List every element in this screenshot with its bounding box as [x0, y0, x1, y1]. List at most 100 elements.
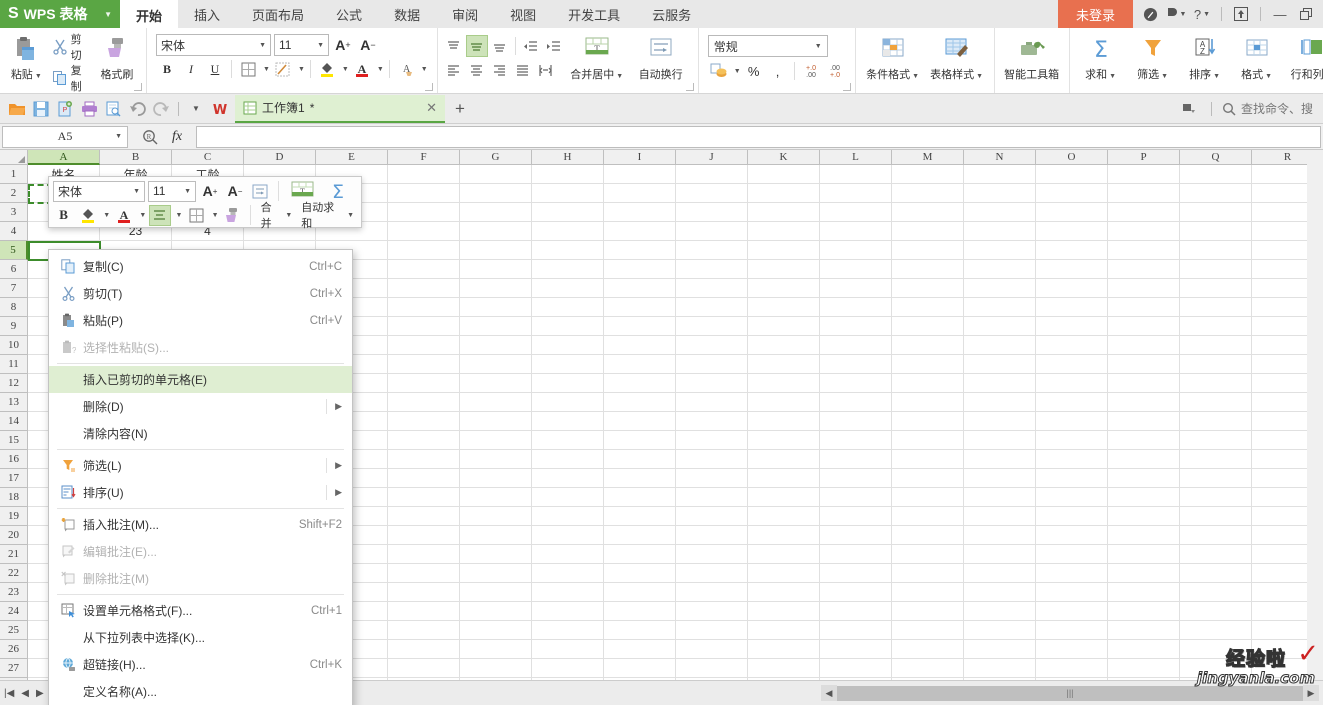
cell-K12[interactable]: [748, 374, 820, 393]
align-center-button[interactable]: [466, 59, 488, 81]
cell-O10[interactable]: [1036, 336, 1108, 355]
align-right-button[interactable]: [489, 59, 511, 81]
row-header-8[interactable]: 8: [0, 298, 28, 317]
cell-M21[interactable]: [892, 545, 964, 564]
cell-M2[interactable]: [892, 184, 964, 203]
tab-page-layout[interactable]: 页面布局: [236, 0, 320, 28]
cell-G24[interactable]: [460, 602, 532, 621]
cell-M23[interactable]: [892, 583, 964, 602]
cell-J25[interactable]: [676, 621, 748, 640]
chevron-down-icon[interactable]: ▼: [104, 10, 112, 19]
cell-G18[interactable]: [460, 488, 532, 507]
decrease-decimal-button[interactable]: .00 +.0: [824, 60, 846, 82]
increase-decimal-button[interactable]: +.0.00: [800, 60, 822, 82]
cell-O16[interactable]: [1036, 450, 1108, 469]
clear-format-button[interactable]: A: [395, 58, 417, 80]
cell-F24[interactable]: [388, 602, 460, 621]
cell-K14[interactable]: [748, 412, 820, 431]
cell-J9[interactable]: [676, 317, 748, 336]
wps-logo[interactable]: S WPS 表格 ▼: [0, 0, 120, 28]
cell-G8[interactable]: [460, 298, 532, 317]
cell-J5[interactable]: [676, 241, 748, 260]
cell-N25[interactable]: [964, 621, 1036, 640]
cell-F9[interactable]: [388, 317, 460, 336]
decrease-font-size-button[interactable]: A −: [357, 34, 379, 56]
row-header-22[interactable]: 22: [0, 564, 28, 583]
mini-align-center-button[interactable]: [149, 204, 171, 226]
cell-M7[interactable]: [892, 279, 964, 298]
cell-I16[interactable]: [604, 450, 676, 469]
cell-H11[interactable]: [532, 355, 604, 374]
align-middle-button[interactable]: [465, 35, 488, 57]
currency-format-button[interactable]: [708, 60, 730, 82]
cell-F12[interactable]: [388, 374, 460, 393]
cell-L25[interactable]: [820, 621, 892, 640]
cell-L20[interactable]: [820, 526, 892, 545]
cell-J22[interactable]: [676, 564, 748, 583]
close-icon[interactable]: ✕: [412, 100, 437, 116]
chevron-down-icon[interactable]: ▼: [421, 66, 428, 73]
cell-G2[interactable]: [460, 184, 532, 203]
cell-H16[interactable]: [532, 450, 604, 469]
cell-J21[interactable]: [676, 545, 748, 564]
cell-P11[interactable]: [1108, 355, 1180, 374]
context-menu-item[interactable]: 清除内容(N): [49, 420, 352, 447]
cell-I24[interactable]: [604, 602, 676, 621]
cell-I11[interactable]: [604, 355, 676, 374]
cell-O5[interactable]: [1036, 241, 1108, 260]
cell-O21[interactable]: [1036, 545, 1108, 564]
open-icon[interactable]: [6, 98, 28, 120]
cell-G20[interactable]: [460, 526, 532, 545]
cell-L24[interactable]: [820, 602, 892, 621]
cell-F21[interactable]: [388, 545, 460, 564]
decrease-indent-button[interactable]: [520, 35, 542, 57]
cell-I23[interactable]: [604, 583, 676, 602]
merge-center-button[interactable]: T 合并居中 ▼: [565, 31, 629, 93]
cell-Q22[interactable]: [1180, 564, 1252, 583]
cell-Q14[interactable]: [1180, 412, 1252, 431]
column-header-M[interactable]: M: [892, 150, 964, 165]
tab-start[interactable]: 开始: [120, 0, 179, 28]
scroll-right-icon[interactable]: ▶: [1303, 685, 1319, 701]
column-header-E[interactable]: E: [316, 150, 388, 165]
cell-G16[interactable]: [460, 450, 532, 469]
cell-K24[interactable]: [748, 602, 820, 621]
mini-font-family-select[interactable]: 宋体 ▼: [53, 180, 145, 202]
cell-N1[interactable]: [964, 165, 1036, 184]
context-menu-item[interactable]: 插入批注(M)... Shift+F2: [49, 511, 352, 538]
nav-next-sheet-icon[interactable]: ▶: [36, 688, 44, 699]
cell-L16[interactable]: [820, 450, 892, 469]
context-menu-item[interactable]: 超链接(H)... Ctrl+K: [49, 651, 352, 678]
cell-H12[interactable]: [532, 374, 604, 393]
cell-I13[interactable]: [604, 393, 676, 412]
cell-M4[interactable]: [892, 222, 964, 241]
row-header-19[interactable]: 19: [0, 507, 28, 526]
chevron-down-icon[interactable]: ▼: [103, 212, 110, 219]
cell-H9[interactable]: [532, 317, 604, 336]
cell-P26[interactable]: [1108, 640, 1180, 659]
cell-M25[interactable]: [892, 621, 964, 640]
cell-J20[interactable]: [676, 526, 748, 545]
context-menu-item[interactable]: 从下拉列表中选择(K)...: [49, 624, 352, 651]
cell-N26[interactable]: [964, 640, 1036, 659]
cell-K6[interactable]: [748, 260, 820, 279]
cell-O7[interactable]: [1036, 279, 1108, 298]
context-menu-item[interactable]: 插入已剪切的单元格(E): [49, 366, 352, 393]
cell-K4[interactable]: [748, 222, 820, 241]
cell-P20[interactable]: [1108, 526, 1180, 545]
row-header-3[interactable]: 3: [0, 203, 28, 222]
cell-O14[interactable]: [1036, 412, 1108, 431]
cell-K5[interactable]: [748, 241, 820, 260]
cell-F17[interactable]: [388, 469, 460, 488]
row-header-15[interactable]: 15: [0, 431, 28, 450]
cell-J14[interactable]: [676, 412, 748, 431]
column-header-P[interactable]: P: [1108, 150, 1180, 165]
chevron-down-icon[interactable]: ▼: [115, 133, 122, 140]
cell-O23[interactable]: [1036, 583, 1108, 602]
chevron-down-icon[interactable]: ▼: [212, 212, 219, 219]
chevron-down-icon[interactable]: ▼: [139, 212, 146, 219]
column-header-J[interactable]: J: [676, 150, 748, 165]
cell-J23[interactable]: [676, 583, 748, 602]
cell-I2[interactable]: [604, 184, 676, 203]
cell-P5[interactable]: [1108, 241, 1180, 260]
